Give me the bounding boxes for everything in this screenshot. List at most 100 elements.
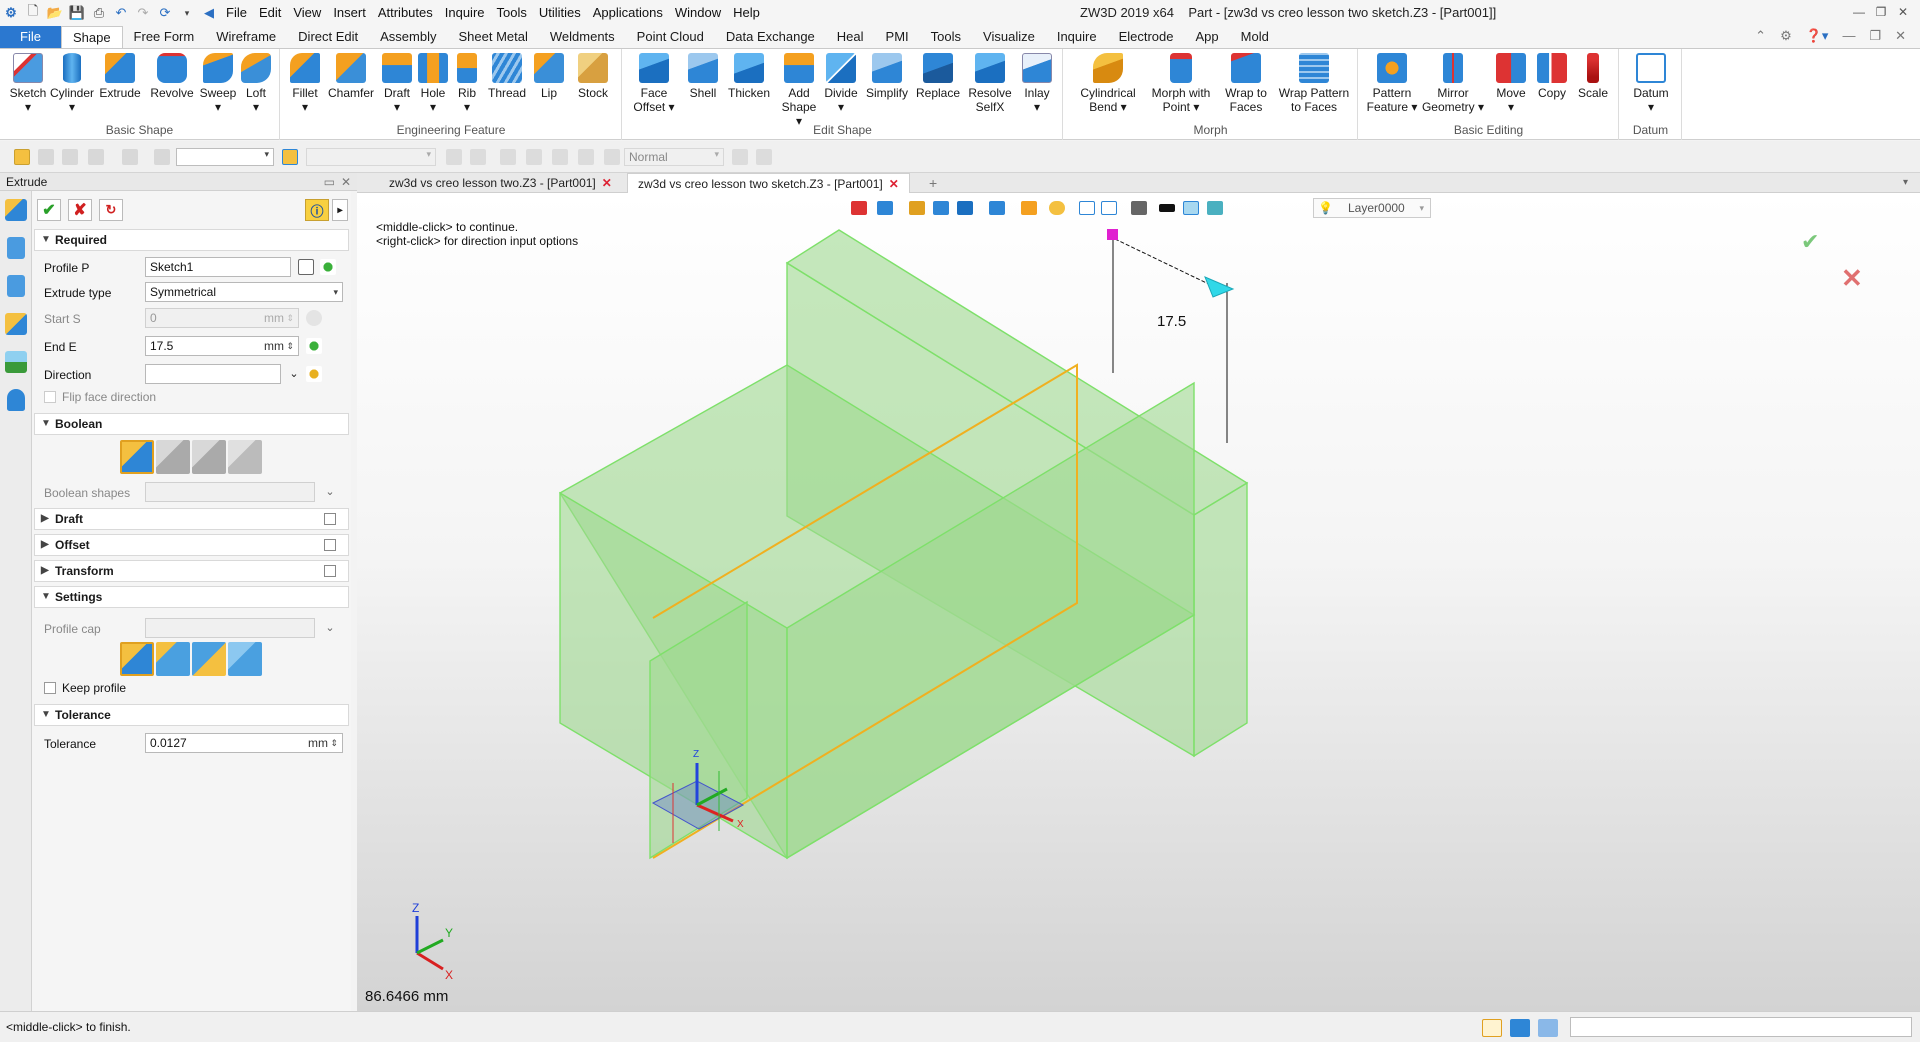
pattern-feature-button[interactable]: Pattern Feature ▾ [1365, 53, 1419, 114]
hole-button[interactable]: Hole ▾ [415, 53, 451, 114]
cylinder-button[interactable]: Cylinder ▾ [50, 53, 94, 114]
tab-mold[interactable]: Mold [1230, 26, 1280, 48]
add-shape-button[interactable]: Add Shape ▾ [777, 53, 821, 128]
new-file-icon[interactable]: 🗋 [24, 3, 42, 22]
status-view-icon-3[interactable] [1538, 1019, 1558, 1037]
direction-arrow-icon[interactable] [1204, 276, 1235, 298]
section-required[interactable]: ▼ Required [34, 229, 349, 251]
remove-shape-boolean-button[interactable] [192, 440, 226, 474]
end-options-icon[interactable] [306, 338, 322, 354]
thread-button[interactable]: Thread [485, 53, 529, 100]
menu-edit[interactable]: Edit [253, 2, 287, 24]
part-manager-icon[interactable] [4, 313, 27, 335]
profile-cap-input[interactable] [145, 618, 315, 638]
panel-options-button[interactable]: ▸ [332, 199, 348, 221]
tab-pmi[interactable]: PMI [875, 26, 920, 48]
tab-free-form[interactable]: Free Form [123, 26, 206, 48]
new-tab-button[interactable]: + [919, 173, 947, 193]
menu-file[interactable]: File [220, 2, 253, 24]
tab-shape[interactable]: Shape [60, 26, 123, 48]
replace-button[interactable]: Replace [915, 53, 961, 100]
filter-icon-7[interactable] [446, 149, 462, 165]
cylindrical-bend-button[interactable]: Cylindrical Bend ▾ [1072, 53, 1144, 114]
profile-pick-icon[interactable] [298, 259, 314, 275]
panel-close-icon[interactable]: ✕ [341, 173, 351, 191]
section-offset[interactable]: ▶ Offset [34, 534, 349, 556]
filter-icon-9[interactable] [500, 149, 516, 165]
tab-assembly[interactable]: Assembly [369, 26, 447, 48]
user-icon[interactable] [6, 389, 25, 411]
offset-checkbox[interactable] [324, 539, 336, 551]
cap-end-button[interactable] [192, 642, 226, 676]
filter-icon-14[interactable] [732, 149, 748, 165]
menu-tools[interactable]: Tools [491, 2, 533, 24]
ribbon-minimize-icon[interactable]: — [1842, 28, 1855, 44]
tab-weldments[interactable]: Weldments [539, 26, 626, 48]
sweep-button[interactable]: Sweep ▾ [198, 53, 238, 114]
direction-input[interactable] [145, 364, 281, 384]
direction-options-icon[interactable] [306, 366, 322, 382]
boolean-shapes-input[interactable] [145, 482, 315, 502]
filter-icon-3[interactable] [88, 149, 104, 165]
ribbon-close-icon[interactable]: ✕ [1895, 28, 1906, 44]
image-view-icon[interactable] [4, 351, 27, 373]
doc-tab-1[interactable]: zw3d vs creo lesson two.Z3 - [Part001] ✕ [379, 173, 622, 193]
base-shape-button[interactable] [120, 440, 154, 474]
extrude-type-select[interactable]: Symmetrical ▾ [145, 282, 343, 302]
tab-tools[interactable]: Tools [920, 26, 972, 48]
datum-button[interactable]: Datum ▾ [1628, 53, 1674, 114]
tab-direct-edit[interactable]: Direct Edit [287, 26, 369, 48]
status-view-icon-2[interactable] [1510, 1019, 1530, 1037]
doc-tab-2-close-icon[interactable]: ✕ [889, 177, 899, 191]
stock-button[interactable]: Stock [573, 53, 613, 100]
mirror-geometry-button[interactable]: Mirror Geometry ▾ [1421, 53, 1485, 114]
redo-icon[interactable]: ↷ [134, 4, 152, 22]
shell-button[interactable]: Shell [683, 53, 723, 100]
tab-visualize[interactable]: Visualize [972, 26, 1046, 48]
help-icon[interactable]: ❓▾ [1806, 28, 1829, 44]
undo-icon[interactable]: ↶ [112, 4, 130, 22]
divide-button[interactable]: Divide ▾ [821, 53, 861, 114]
menu-insert[interactable]: Insert [327, 2, 372, 24]
resolve-selfx-button[interactable]: Resolve SelfX [967, 53, 1013, 114]
drag-handle-icon[interactable] [1107, 229, 1118, 240]
filter-combo-2[interactable]: ▾ [306, 148, 436, 166]
filter-icon-11[interactable] [552, 149, 568, 165]
graphics-viewport[interactable]: Layer0000 💡 ▾ <middle-click> to continue. … [357, 193, 1920, 1011]
flip-face-checkbox[interactable] [44, 391, 56, 403]
copy-button[interactable]: Copy [1533, 53, 1571, 100]
wrap-to-faces-button[interactable]: Wrap to Faces [1220, 53, 1272, 114]
doc-tab-2[interactable]: zw3d vs creo lesson two sketch.Z3 - [Par… [627, 173, 910, 193]
inlay-button[interactable]: Inlay ▾ [1017, 53, 1057, 114]
assembly-tree-icon[interactable] [6, 275, 25, 297]
face-offset-button[interactable]: Face Offset ▾ [629, 53, 679, 114]
tab-file[interactable]: File [0, 26, 61, 48]
tab-wireframe[interactable]: Wireframe [205, 26, 287, 48]
section-boolean[interactable]: ▼ Boolean [34, 413, 349, 435]
section-draft[interactable]: ▶ Draft [34, 508, 349, 530]
move-button[interactable]: Move ▾ [1491, 53, 1531, 114]
dimension-value[interactable]: 17.5 [1157, 313, 1186, 330]
revolve-button[interactable]: Revolve [150, 53, 194, 100]
menu-help[interactable]: Help [727, 2, 766, 24]
filter-icon-15[interactable] [756, 149, 772, 165]
apply-button[interactable]: ↻ [99, 199, 123, 221]
profile-sketch-icon[interactable] [320, 259, 336, 275]
filter-icon-4[interactable] [122, 149, 138, 165]
end-input[interactable]: 17.5 mm ⇕ [145, 336, 299, 356]
section-settings[interactable]: ▼ Settings [34, 586, 349, 608]
filter-icon-6[interactable] [282, 149, 298, 165]
settings-gear-icon[interactable]: ⚙ [1780, 28, 1792, 44]
menu-utilities[interactable]: Utilities [533, 2, 587, 24]
boolean-shapes-expand-icon[interactable]: ⌄ [322, 484, 338, 500]
filter-icon-5[interactable] [154, 149, 170, 165]
feature-panel-icon[interactable] [4, 199, 27, 221]
back-icon[interactable]: ◀ [200, 4, 218, 22]
section-tolerance[interactable]: ▼ Tolerance [34, 704, 349, 726]
info-button[interactable]: ⓘ [305, 199, 329, 221]
sketch-button[interactable]: Sketch ▾ [6, 53, 50, 114]
filter-icon-8[interactable] [470, 149, 486, 165]
start-options-icon[interactable] [306, 310, 322, 326]
filter-icon-12[interactable] [578, 149, 594, 165]
draft-checkbox[interactable] [324, 513, 336, 525]
